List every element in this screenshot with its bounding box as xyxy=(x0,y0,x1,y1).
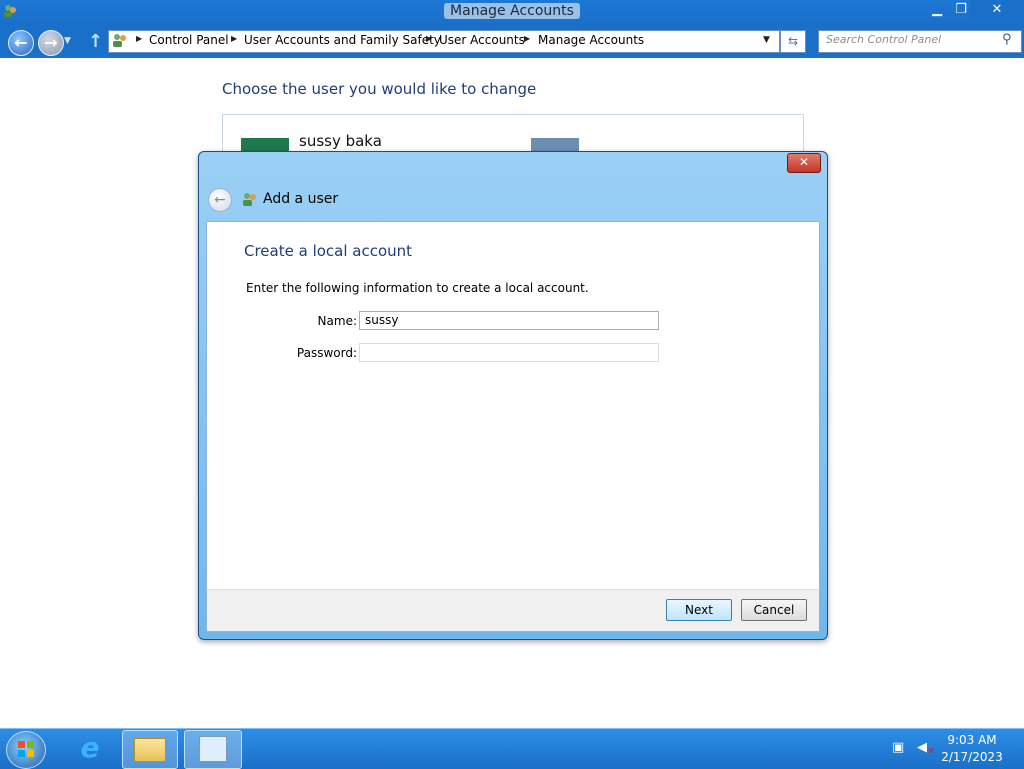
breadcrumb-separator: ▶ xyxy=(231,34,238,43)
name-label: Name: xyxy=(317,314,357,328)
refresh-icon: ⇆ xyxy=(787,34,799,48)
folder-icon xyxy=(134,738,166,762)
forward-arrow-icon: → xyxy=(44,33,58,52)
clock-time[interactable]: 9:03 AM xyxy=(940,733,1004,747)
maximize-icon: ❐ xyxy=(955,2,967,17)
up-arrow-icon: ↑ xyxy=(88,31,104,52)
dialog-close-button[interactable]: ✕ xyxy=(787,153,821,173)
window-title: Manage Accounts xyxy=(0,3,1024,19)
forward-button[interactable]: → xyxy=(38,30,64,56)
breadcrumb-user-accounts-family-safety[interactable]: User Accounts and Family Safety xyxy=(244,33,441,47)
minimize-icon: ▁ xyxy=(932,2,942,17)
close-icon: ✕ xyxy=(798,155,810,169)
back-arrow-icon: ← xyxy=(214,192,226,208)
volume-muted-icon[interactable]: ◀ xyxy=(917,740,927,755)
volume-muted-badge: ✕ xyxy=(927,746,936,757)
breadcrumb-user-accounts[interactable]: User Accounts xyxy=(439,33,525,47)
up-button[interactable]: ↑ xyxy=(88,31,103,52)
dialog-back-button[interactable]: ← xyxy=(208,188,232,212)
name-field[interactable] xyxy=(359,311,659,330)
dialog-heading: Create a local account xyxy=(244,242,413,260)
breadcrumb-control-panel[interactable]: Control Panel xyxy=(149,33,229,47)
dialog-instruction: Enter the following information to creat… xyxy=(246,281,589,295)
start-orb-icon xyxy=(18,741,34,757)
breadcrumb-separator: ▶ xyxy=(136,34,143,43)
password-field[interactable] xyxy=(359,343,659,362)
breadcrumb-separator: ▶ xyxy=(524,34,531,43)
network-icon[interactable]: ▣ xyxy=(892,740,904,755)
cancel-button[interactable]: Cancel xyxy=(741,599,807,621)
password-label: Password: xyxy=(296,346,357,360)
internet-explorer-icon[interactable]: e xyxy=(74,733,106,763)
dialog-title: Add a user xyxy=(263,191,339,207)
control-panel-icon xyxy=(112,32,128,48)
refresh-button[interactable]: ⇆ xyxy=(780,30,806,53)
close-icon: ✕ xyxy=(991,2,1003,17)
search-icon[interactable]: ⚲ xyxy=(1002,32,1012,47)
breadcrumb-separator: ▶ xyxy=(426,34,433,43)
dialog-content xyxy=(206,221,820,590)
back-button[interactable]: ← xyxy=(8,30,34,56)
close-window-button[interactable]: ✕ xyxy=(970,0,1024,20)
breadcrumb-manage-accounts[interactable]: Manage Accounts xyxy=(538,33,644,47)
control-panel-icon xyxy=(199,736,227,762)
page-heading: Choose the user you would like to change xyxy=(222,80,537,98)
search-placeholder: Search Control Panel xyxy=(826,33,942,46)
users-icon xyxy=(242,191,258,207)
recent-pages-dropdown[interactable]: ▼ xyxy=(64,36,71,46)
user-name[interactable]: sussy baka xyxy=(299,132,382,150)
address-dropdown[interactable]: ▼ xyxy=(763,35,770,45)
back-arrow-icon: ← xyxy=(14,33,28,52)
clock-date[interactable]: 2/17/2023 xyxy=(940,750,1004,764)
next-button[interactable]: Next xyxy=(666,599,732,621)
